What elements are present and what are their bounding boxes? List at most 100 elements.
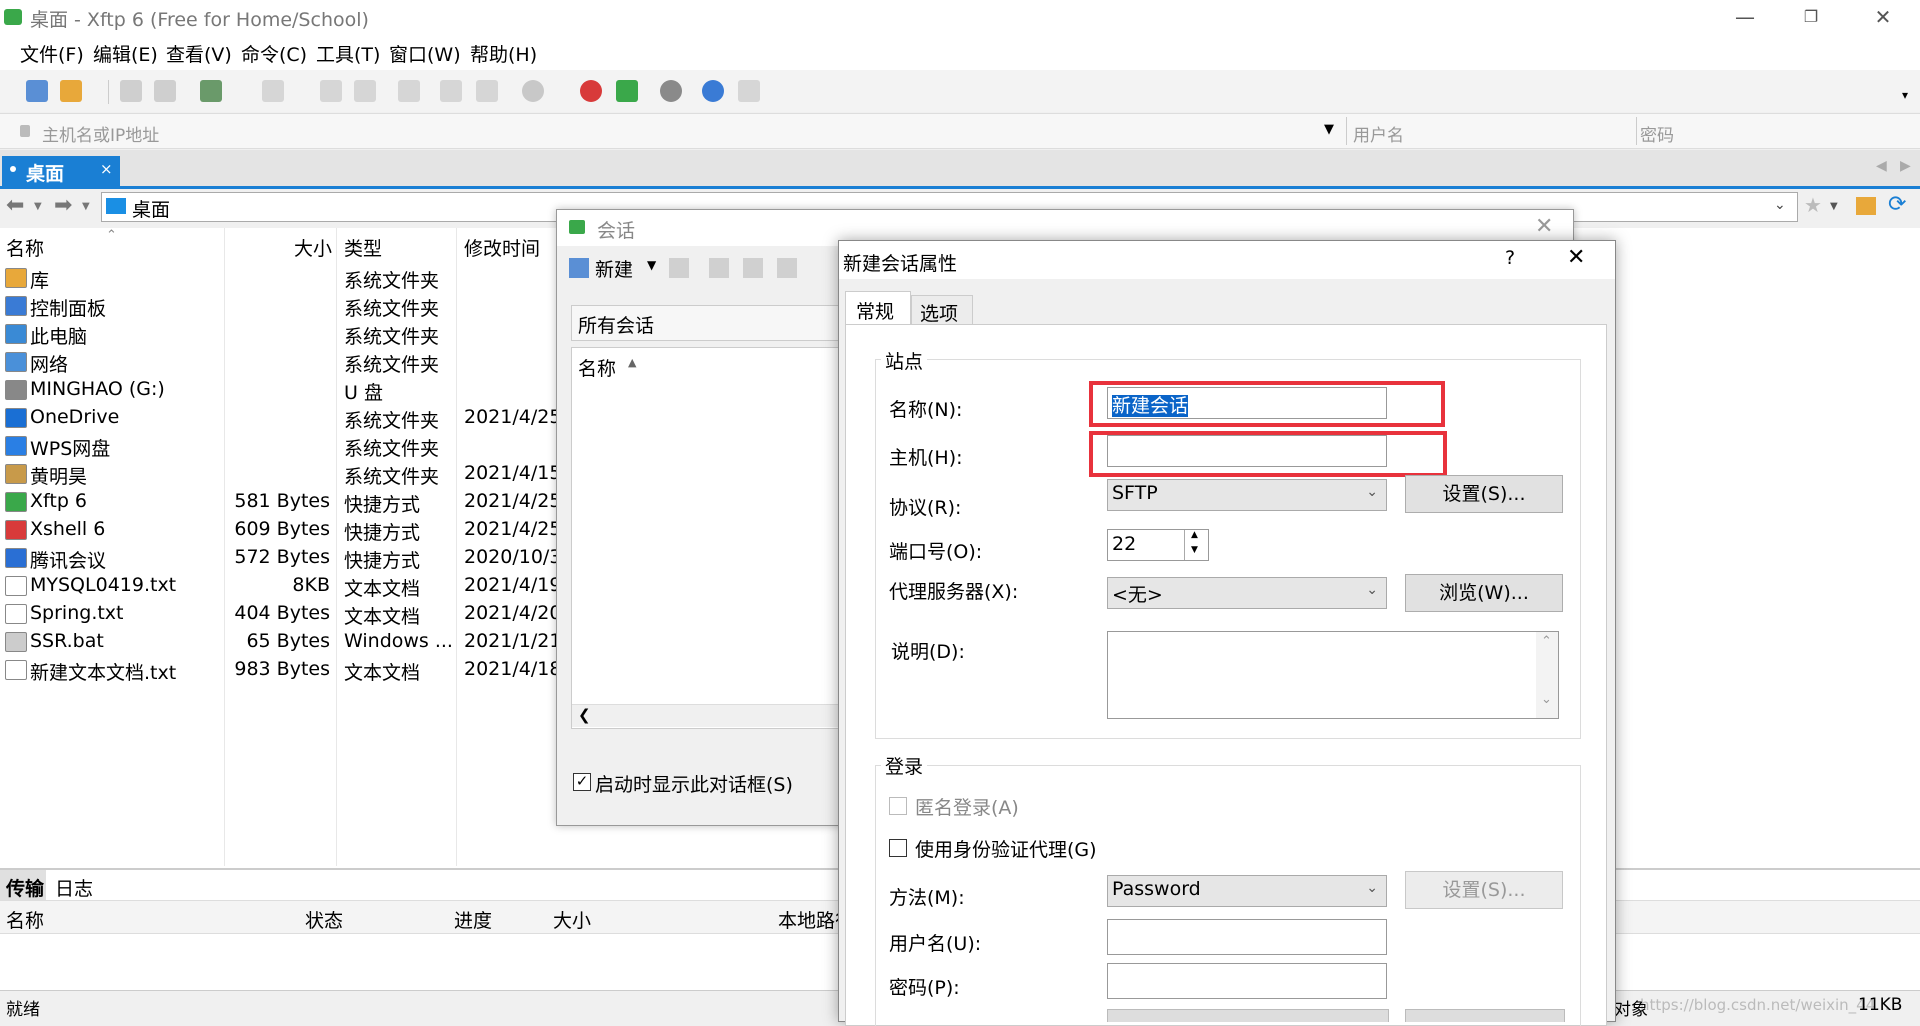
- transfer-col-size[interactable]: 大小: [553, 906, 591, 933]
- scroll-left-icon[interactable]: ❮: [578, 706, 591, 724]
- file-row[interactable]: WPS网盘 系统文件夹: [0, 432, 560, 460]
- display-icon[interactable]: [262, 80, 284, 102]
- new-session-icon[interactable]: [26, 80, 48, 102]
- port-field[interactable]: 22 ▲ ▼: [1107, 529, 1209, 561]
- new-window-icon[interactable]: [200, 80, 222, 102]
- menu-help[interactable]: 帮助(H): [470, 40, 537, 67]
- file-row[interactable]: 黄明昊 系统文件夹 2021/4/15: [0, 460, 560, 488]
- gear-icon[interactable]: [660, 80, 682, 102]
- transfer-col-name[interactable]: 名称: [6, 906, 44, 933]
- properties-icon[interactable]: [669, 258, 689, 278]
- browse-button[interactable]: 浏览(W)...: [1405, 574, 1563, 612]
- copy-icon[interactable]: [320, 80, 342, 102]
- tab-log[interactable]: 日志: [55, 874, 93, 901]
- protocol-settings-button[interactable]: 设置(S)...: [1405, 475, 1563, 513]
- username-field[interactable]: [1107, 919, 1387, 955]
- file-row[interactable]: 此电脑 系统文件夹: [0, 320, 560, 348]
- protocol-select[interactable]: SFTP ⌄: [1107, 479, 1387, 511]
- tab-scroll-right-icon[interactable]: ▶: [1900, 158, 1911, 174]
- all-sessions-header[interactable]: 所有会话: [571, 305, 843, 341]
- stepper-up-icon[interactable]: ▲: [1191, 530, 1198, 540]
- tab-close-icon[interactable]: ×: [100, 160, 113, 178]
- tab-general[interactable]: 常规: [845, 291, 911, 326]
- help-icon[interactable]: [702, 80, 724, 102]
- refresh-icon[interactable]: ⟳: [1888, 192, 1906, 217]
- globe-icon[interactable]: [522, 80, 544, 102]
- auth-agent-label[interactable]: 使用身份验证代理(G): [915, 835, 1097, 862]
- file-row[interactable]: Spring.txt 404 Bytes 文本文档 2021/4/20: [0, 600, 560, 628]
- host-input[interactable]: 主机名或IP地址: [42, 121, 159, 146]
- cut-icon[interactable]: [709, 258, 729, 278]
- anonymous-login-checkbox[interactable]: [889, 797, 907, 815]
- open-folder-icon[interactable]: [60, 80, 82, 102]
- chat-icon[interactable]: [738, 80, 760, 102]
- close-button[interactable]: ✕: [1854, 0, 1912, 34]
- paste-icon[interactable]: [777, 258, 797, 278]
- file-row[interactable]: MINGHAO (G:) U 盘: [0, 376, 560, 404]
- transfer-icon[interactable]: [398, 80, 420, 102]
- forward-arrow-icon[interactable]: ➡: [54, 193, 72, 218]
- column-header-size[interactable]: 大小: [294, 234, 332, 261]
- files2-icon[interactable]: [476, 80, 498, 102]
- chevron-down-icon[interactable]: ▼: [82, 201, 90, 212]
- file-row[interactable]: OneDrive 系统文件夹 2021/4/25: [0, 404, 560, 432]
- copy-icon[interactable]: [743, 258, 763, 278]
- file-row[interactable]: 网络 系统文件夹: [0, 348, 560, 376]
- help-button[interactable]: ?: [1505, 247, 1515, 269]
- session-name-column[interactable]: 名称: [578, 354, 616, 381]
- password-field[interactable]: [1107, 963, 1387, 999]
- username-input[interactable]: 用户名: [1353, 121, 1404, 146]
- menu-tools[interactable]: 工具(T): [316, 40, 380, 67]
- show-on-startup-checkbox[interactable]: ✓: [573, 773, 591, 791]
- menu-edit[interactable]: 编辑(E): [93, 40, 158, 67]
- column-header-name[interactable]: 名称: [6, 234, 44, 261]
- description-textarea[interactable]: ⌃ ⌄: [1107, 631, 1559, 719]
- chevron-down-icon[interactable]: ▼: [1324, 122, 1334, 137]
- home-icon[interactable]: [1856, 197, 1876, 215]
- disconnect-icon[interactable]: [154, 80, 176, 102]
- column-header-modified[interactable]: 修改时间: [464, 234, 540, 261]
- tab-transfer[interactable]: 传输: [0, 870, 46, 900]
- proxy-select[interactable]: <无> ⌄: [1107, 577, 1387, 609]
- method-settings-button[interactable]: 设置(S)...: [1405, 871, 1563, 909]
- restore-button[interactable]: ❐: [1782, 0, 1840, 34]
- stepper-down-icon[interactable]: ▼: [1191, 545, 1198, 555]
- chevron-down-icon[interactable]: ▼: [34, 201, 42, 212]
- file-row[interactable]: SSR.bat 65 Bytes Windows ... 2021/1/21: [0, 628, 560, 656]
- scroll-up-icon[interactable]: ⌃: [1541, 634, 1552, 649]
- menu-file[interactable]: 文件(F): [20, 40, 84, 67]
- textarea-scrollbar[interactable]: ⌃ ⌄: [1536, 632, 1558, 718]
- port-stepper[interactable]: ▲ ▼: [1184, 530, 1209, 560]
- auth-agent-checkbox[interactable]: [889, 839, 907, 857]
- xshell-icon[interactable]: [580, 80, 602, 102]
- close-icon[interactable]: ✕: [1535, 214, 1553, 239]
- paste-icon[interactable]: [354, 80, 376, 102]
- minimize-button[interactable]: —: [1716, 0, 1774, 34]
- close-icon[interactable]: ✕: [1567, 245, 1585, 270]
- method-select[interactable]: Password ⌄: [1107, 875, 1387, 907]
- transfer-col-progress[interactable]: 进度: [454, 906, 492, 933]
- connect-icon[interactable]: [120, 80, 142, 102]
- chevron-down-icon[interactable]: ⌄: [1774, 197, 1786, 213]
- menu-view[interactable]: 查看(V): [166, 40, 232, 67]
- files-icon[interactable]: [440, 80, 462, 102]
- back-arrow-icon[interactable]: ⬅: [6, 193, 24, 218]
- password-input[interactable]: 密码: [1640, 121, 1674, 146]
- menu-window[interactable]: 窗口(W): [389, 40, 461, 67]
- xftp-icon[interactable]: [616, 80, 638, 102]
- file-row[interactable]: Xshell 6 609 Bytes 快捷方式 2021/4/25: [0, 516, 560, 544]
- tab-scroll-left-icon[interactable]: ◀: [1876, 158, 1887, 174]
- file-row[interactable]: 库 系统文件夹: [0, 264, 560, 292]
- new-button[interactable]: 新建: [595, 255, 633, 282]
- file-row[interactable]: 控制面板 系统文件夹: [0, 292, 560, 320]
- tab-desktop[interactable]: 桌面 ×: [2, 156, 120, 186]
- chevron-down-icon[interactable]: ▼: [647, 258, 656, 272]
- file-row[interactable]: 腾讯会议 572 Bytes 快捷方式 2020/10/3: [0, 544, 560, 572]
- file-row[interactable]: MYSQL0419.txt 8KB 文本文档 2021/4/19: [0, 572, 560, 600]
- toolbar-overflow-icon[interactable]: ▾: [1902, 88, 1908, 102]
- show-on-startup-label[interactable]: 启动时显示此对话框(S): [595, 770, 793, 797]
- file-row[interactable]: Xftp 6 581 Bytes 快捷方式 2021/4/25: [0, 488, 560, 516]
- column-header-type[interactable]: 类型: [344, 234, 382, 261]
- scroll-down-icon[interactable]: ⌄: [1541, 692, 1552, 707]
- tab-options[interactable]: 选项: [911, 295, 973, 326]
